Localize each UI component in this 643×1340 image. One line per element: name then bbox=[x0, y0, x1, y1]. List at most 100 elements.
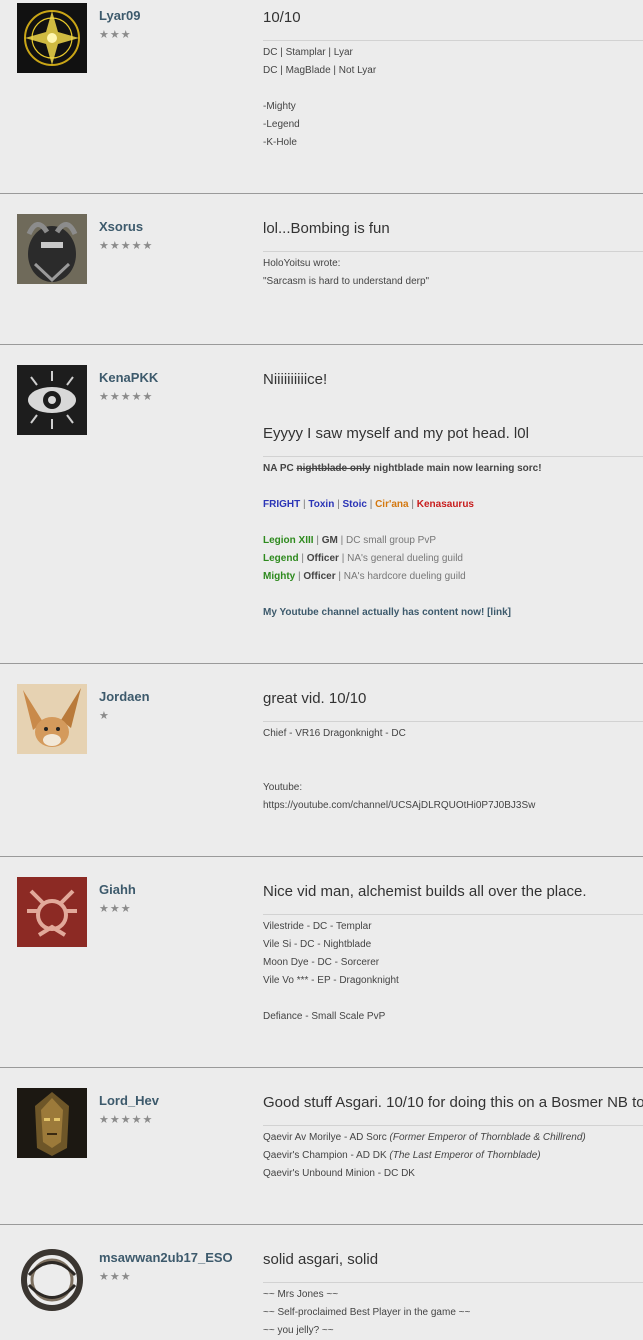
signature: HoloYoitsu wrote: "Sarcasm is hard to un… bbox=[263, 255, 643, 291]
character-names: FRIGHT | Toxin | Stoic | Cir'ana | Kenas… bbox=[263, 496, 643, 514]
signature-line: ~~ Mrs Jones ~~ bbox=[263, 1289, 339, 1300]
guild-rank: Officer bbox=[303, 571, 336, 582]
avatar[interactable] bbox=[17, 1245, 87, 1315]
signature-line bbox=[263, 743, 643, 761]
signature-line: ~~ Self-proclaimed Best Player in the ga… bbox=[263, 1307, 471, 1318]
rank-stars: ★★★★★ bbox=[99, 1114, 154, 1126]
signature-line: NA PC nightblade only nightblade main no… bbox=[263, 460, 643, 478]
youtube-link[interactable]: My Youtube channel actually has content … bbox=[263, 604, 643, 622]
separator: | bbox=[298, 553, 307, 564]
signature-line: -Mighty bbox=[263, 101, 296, 112]
post-divider bbox=[0, 344, 643, 345]
avatar[interactable] bbox=[17, 214, 87, 284]
signature-line: Defiance - Small Scale PvP bbox=[263, 1011, 386, 1022]
character-name: FRIGHT bbox=[263, 499, 301, 510]
signature-text: nightblade main now learning sorc! bbox=[370, 463, 542, 474]
author-name[interactable]: Lord_Hev bbox=[99, 1093, 159, 1108]
character-name: Kenasaurus bbox=[416, 499, 474, 510]
signature-line bbox=[263, 761, 643, 779]
rank-stars: ★★★★★ bbox=[99, 240, 154, 252]
author-name[interactable]: Lyar09 bbox=[99, 8, 140, 23]
signature-divider bbox=[263, 721, 643, 722]
avatar[interactable] bbox=[17, 684, 87, 754]
quote-attribution: HoloYoitsu wrote: bbox=[263, 258, 341, 269]
guild-row: Legend | Officer | NA's general dueling … bbox=[263, 550, 643, 568]
signature-text: NA PC bbox=[263, 463, 297, 474]
character-name: Stoic bbox=[342, 499, 367, 510]
character-name: Cir'ana bbox=[375, 499, 409, 510]
signature-line: -K-Hole bbox=[263, 137, 297, 148]
post-body: lol...Bombing is fun bbox=[263, 220, 390, 237]
signature-line bbox=[263, 990, 643, 1008]
signature: NA PC nightblade only nightblade main no… bbox=[263, 460, 643, 622]
signature-note: (Former Emperor of Thornblade & Chillren… bbox=[389, 1132, 586, 1143]
signature-line: DC | MagBlade | Not Lyar bbox=[263, 65, 377, 76]
guild-rank: Officer bbox=[306, 553, 339, 564]
post-divider bbox=[0, 856, 643, 857]
rank-stars: ★ bbox=[99, 710, 110, 722]
signature: Chief - VR16 Dragonknight - DC Youtube: … bbox=[263, 725, 643, 815]
author-name[interactable]: Xsorus bbox=[99, 219, 143, 234]
author-name[interactable]: msawwan2ub17_ESO bbox=[99, 1250, 233, 1265]
post-body-line: Eyyyy I saw myself and my pot head. l0l bbox=[263, 425, 529, 442]
rank-stars: ★★★ bbox=[99, 1271, 132, 1283]
guild-desc: DC small group PvP bbox=[345, 535, 437, 546]
signature-line: Vilestride - DC - Templar bbox=[263, 921, 372, 932]
author-name[interactable]: Giahh bbox=[99, 882, 136, 897]
signature-divider bbox=[263, 1125, 643, 1126]
signature-divider bbox=[263, 1282, 643, 1283]
avatar[interactable] bbox=[17, 877, 87, 947]
guild-row: Legion XIII | GM | DC small group PvP bbox=[263, 532, 643, 550]
signature-line: Qaevir's Champion - AD DK (The Last Empe… bbox=[263, 1147, 643, 1165]
separator: | bbox=[337, 535, 346, 546]
signature-divider bbox=[263, 251, 643, 252]
separator: | bbox=[338, 553, 348, 564]
signature-line: DC | Stamplar | Lyar bbox=[263, 47, 353, 58]
rank-stars: ★★★ bbox=[99, 903, 132, 915]
guild-desc: NA's hardcore dueling guild bbox=[343, 571, 466, 582]
signature-line: Youtube: bbox=[263, 782, 303, 793]
author-name[interactable]: KenaPKK bbox=[99, 370, 158, 385]
signature-line: Vile Si - DC - Nightblade bbox=[263, 939, 372, 950]
avatar[interactable] bbox=[17, 3, 87, 73]
guild-name: Legion XIII bbox=[263, 535, 314, 546]
author-name[interactable]: Jordaen bbox=[99, 689, 150, 704]
post-body: Good stuff Asgari. 10/10 for doing this … bbox=[263, 1094, 643, 1111]
guild-name: Mighty bbox=[263, 571, 296, 582]
signature: Vilestride - DC - Templar Vile Si - DC -… bbox=[263, 918, 643, 1026]
avatar[interactable] bbox=[17, 1088, 87, 1158]
signature-text: Qaevir's Champion - AD DK bbox=[263, 1150, 390, 1161]
signature-line: Vile Vo *** - EP - Dragonknight bbox=[263, 975, 399, 986]
signature-line: ~~ you jelly? ~~ bbox=[263, 1325, 334, 1336]
post-divider bbox=[0, 1224, 643, 1225]
guild-rank: GM bbox=[321, 535, 338, 546]
character-name: Toxin bbox=[308, 499, 335, 510]
separator: | bbox=[335, 571, 344, 582]
separator: | bbox=[408, 499, 417, 510]
signature-divider bbox=[263, 456, 643, 457]
post-body: great vid. 10/10 bbox=[263, 690, 367, 707]
signature-divider bbox=[263, 40, 643, 41]
signature-line bbox=[263, 80, 643, 98]
quote-text: "Sarcasm is hard to understand derp" bbox=[263, 276, 430, 287]
signature-text: Qaevir's Unbound Minion - DC DK bbox=[263, 1168, 415, 1179]
separator: | bbox=[313, 535, 322, 546]
post-divider bbox=[0, 1067, 643, 1068]
signature-line: Qaevir Av Morilye - AD Sorc (Former Empe… bbox=[263, 1129, 643, 1147]
signature-line: -Legend bbox=[263, 119, 300, 130]
post-body: Niiiiiiiiiice! bbox=[263, 371, 328, 388]
rank-stars: ★★★ bbox=[99, 29, 132, 41]
signature-text: Qaevir Av Morilye - AD Sorc bbox=[263, 1132, 390, 1143]
signature-divider bbox=[263, 914, 643, 915]
post-body: 10/10 bbox=[263, 9, 301, 26]
signature: DC | Stamplar | Lyar DC | MagBlade | Not… bbox=[263, 44, 643, 152]
signature-note: (The Last Emperor of Thornblade) bbox=[389, 1150, 541, 1161]
signature: ~~ Mrs Jones ~~ ~~ Self-proclaimed Best … bbox=[263, 1286, 643, 1340]
guild-row: Mighty | Officer | NA's hardcore dueling… bbox=[263, 568, 643, 586]
post-divider bbox=[0, 663, 643, 664]
post-body: solid asgari, solid bbox=[263, 1251, 379, 1268]
youtube-url[interactable]: https://youtube.com/channel/UCSAjDLRQUOt… bbox=[263, 797, 643, 815]
guild-desc: NA's general dueling guild bbox=[347, 553, 463, 564]
avatar[interactable] bbox=[17, 365, 87, 435]
separator: | bbox=[366, 499, 376, 510]
